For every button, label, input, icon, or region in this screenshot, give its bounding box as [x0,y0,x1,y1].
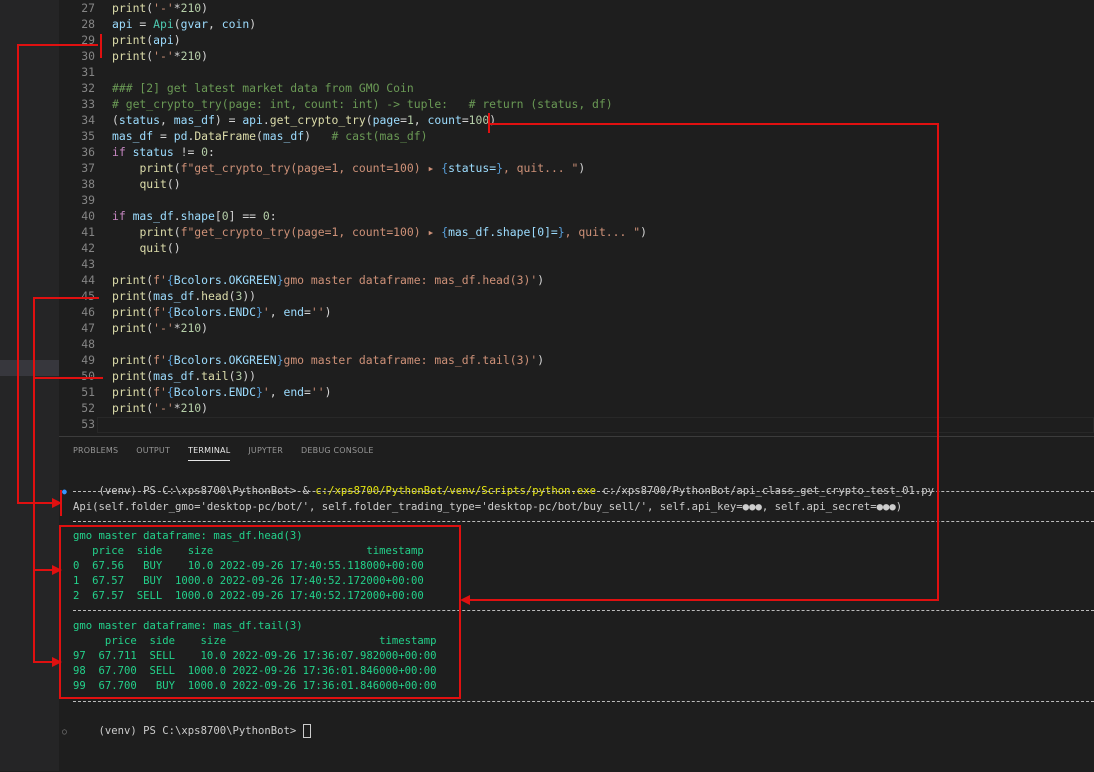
line-number: 42 [81,241,95,255]
line-number: 44 [81,273,95,287]
line-number: 30 [81,49,95,63]
panel-tabs: PROBLEMS OUTPUT TERMINAL JUPYTER DEBUG C… [73,445,374,461]
line-code: (status, mas_df) = api.get_crypto_try(pa… [112,113,497,127]
line-number: 45 [81,289,95,303]
line-code: print(f'{Bcolors.OKGREEN}gmo master data… [112,353,545,367]
line-code: print('-'*210) [112,401,209,415]
current-line-highlight [97,417,1094,433]
annotation-line [33,297,35,663]
line-code: print(f"get_crypto_try(page=1, count=100… [139,161,586,175]
annotation-line [33,661,53,663]
line-code: print('-'*210) [112,321,209,335]
line-number: 53 [81,417,95,431]
dash-separator [73,521,1094,522]
line-number: 31 [81,65,95,79]
annotation-line [17,502,53,504]
line-number: 52 [81,401,95,415]
line-code: print('-'*210) [112,49,209,63]
api-repr-line: Api(self.folder_gmo='desktop-pc/bot/', s… [73,501,903,513]
line-number: 39 [81,193,95,207]
prompt-status-dot-icon: ○ [62,727,67,736]
line-code: print(api) [112,33,181,47]
line-code: quit() [139,241,181,255]
line-number: 49 [81,353,95,367]
line-number: 28 [81,17,95,31]
dash-separator [73,701,1094,702]
tab-debug-console[interactable]: DEBUG CONSOLE [301,445,374,461]
terminal-prompt[interactable]: ○ (venv) PS C:\xps8700\PythonBot> [62,709,311,754]
tab-terminal[interactable]: TERMINAL [188,445,231,461]
line-code: api = Api(gvar, coin) [112,17,257,31]
line-number: 46 [81,305,95,319]
line-code: print(f"get_crypto_try(page=1, count=100… [139,225,647,239]
line-code: print(f'{Bcolors.ENDC}', end='') [112,385,332,399]
line-number: 50 [81,369,95,383]
line-number: 35 [81,129,95,143]
annotation-line [17,44,19,504]
terminal-cursor [302,724,311,738]
arrow-right-icon [52,498,62,508]
line-number: 47 [81,321,95,335]
annotation-line [33,297,99,299]
line-code: print(f'{Bcolors.OKGREEN}gmo master data… [112,273,545,287]
line-number: 36 [81,145,95,159]
arrow-right-icon [52,657,62,667]
annotation-line [33,569,53,571]
tab-jupyter[interactable]: JUPYTER [248,445,283,461]
command-status-dot-icon: ● [62,487,67,496]
line-code: if mas_df.shape[0] == 0: [112,209,277,223]
line-code: print(mas_df.tail(3)) [112,369,257,383]
line-number: 33 [81,97,95,111]
annotation-line [18,44,98,46]
line-code: ### [2] get latest market data from GMO … [112,81,414,95]
line-number: 27 [81,1,95,15]
line-code: mas_df = pd.DataFrame(mas_df) # cast(mas… [112,129,428,143]
line-code: print('-'*210) [112,1,209,15]
tab-output[interactable]: OUTPUT [136,445,170,461]
line-number: 40 [81,209,95,223]
gutter-highlight [0,360,59,376]
line-number: 38 [81,177,95,191]
arrow-left-icon [460,595,470,605]
line-code: if status != 0: [112,145,215,159]
line-code: print(mas_df.head(3)) [112,289,257,303]
line-code: # get_crypto_try(page: int, count: int) … [112,97,613,111]
line-number: 48 [81,337,95,351]
line-number: 43 [81,257,95,271]
arrow-right-icon [52,565,62,575]
annotation-line [33,377,103,379]
activity-gutter [0,0,59,771]
line-number: 34 [81,113,95,127]
annotation-line [488,123,939,125]
line-code: quit() [139,177,181,191]
line-number: 41 [81,225,95,239]
annotation-line [937,123,939,601]
line-number: 37 [81,161,95,175]
prompt-text: (venv) PS C:\xps8700\PythonBot> [98,725,303,737]
line-number: 32 [81,81,95,95]
tab-problems[interactable]: PROBLEMS [73,445,118,461]
annotation-line [100,34,102,58]
annotation-box [59,525,461,699]
line-code: print(f'{Bcolors.ENDC}', end='') [112,305,332,319]
dash-separator [73,491,1094,492]
line-number: 51 [81,385,95,399]
annotation-line [470,599,939,601]
